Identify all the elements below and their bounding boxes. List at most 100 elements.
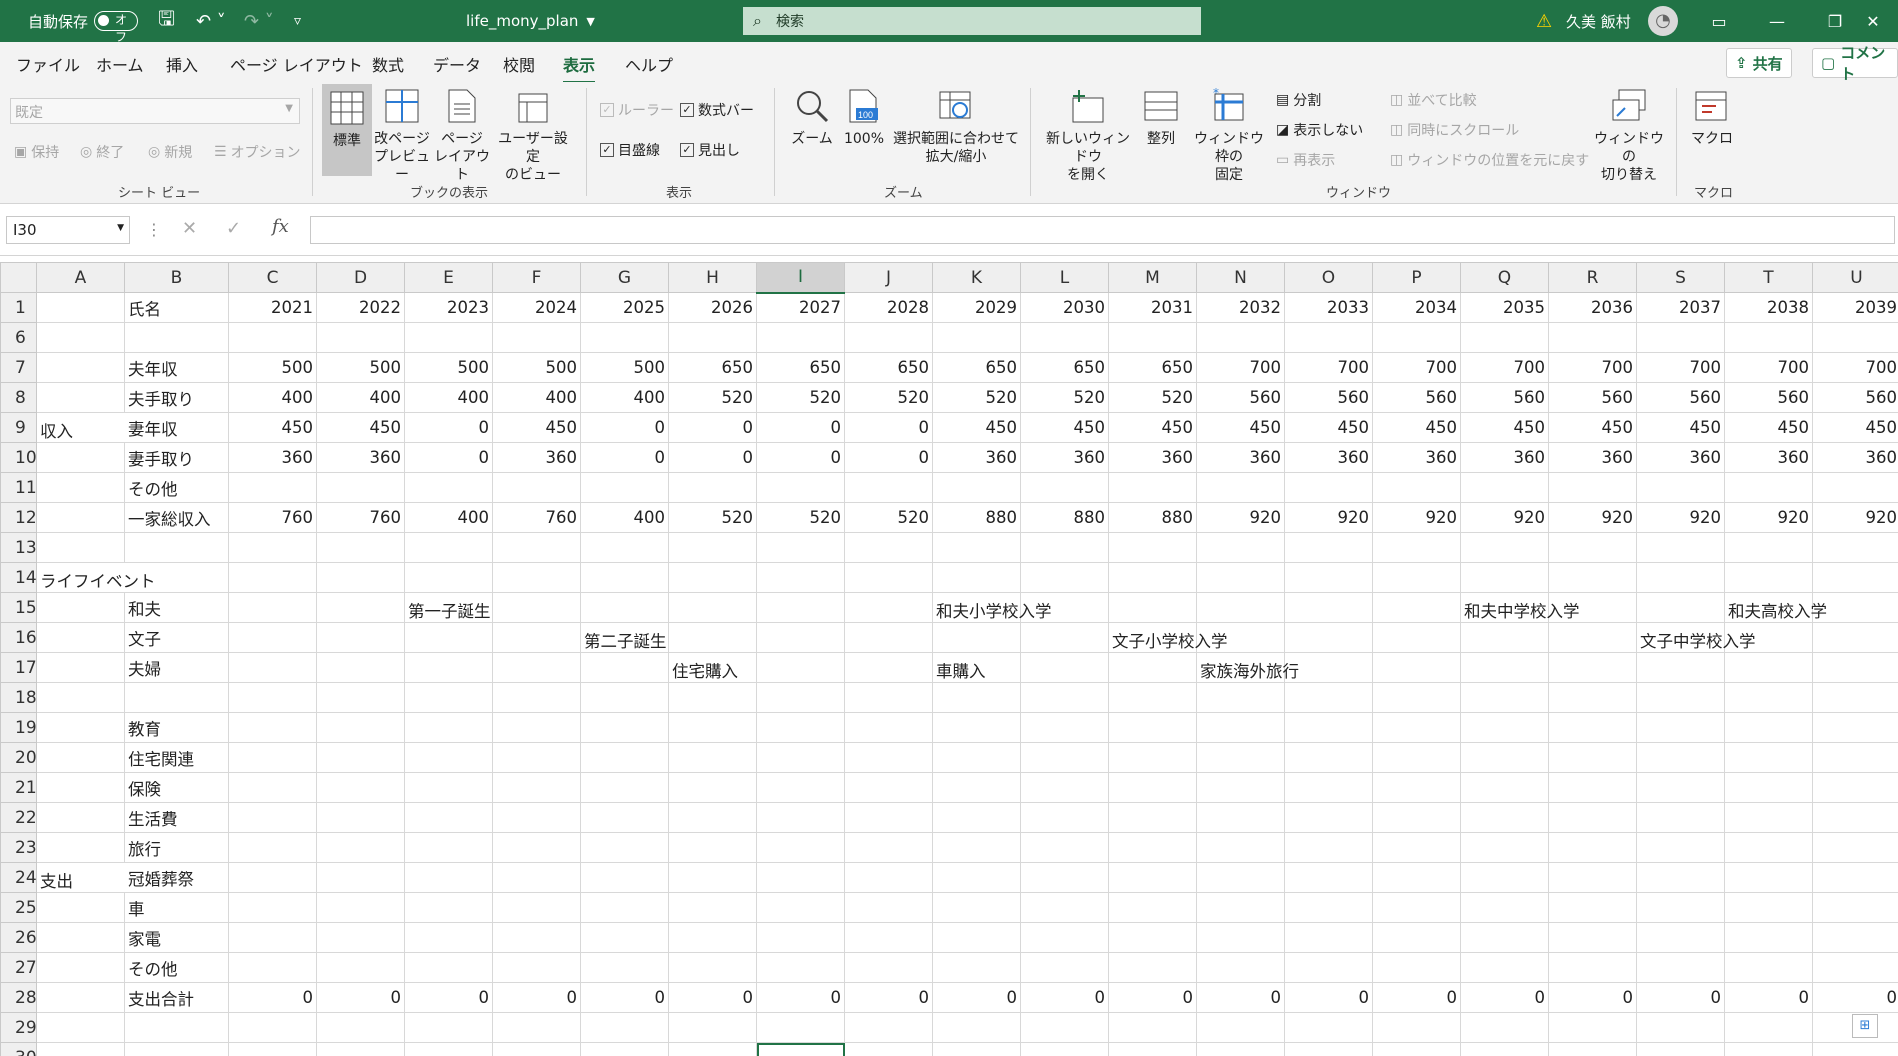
cell-b16[interactable]: 文子	[124, 622, 229, 653]
cell-b22[interactable]: 生活費	[124, 802, 229, 833]
cell-l15[interactable]	[1020, 592, 1109, 623]
cell-m29[interactable]	[1108, 1012, 1197, 1043]
cell-p17[interactable]	[1372, 652, 1461, 683]
cell-e8[interactable]: 400	[404, 382, 493, 413]
cell-n28[interactable]: 0	[1196, 982, 1285, 1013]
cell-c1[interactable]: 2021	[228, 292, 317, 323]
cell-d11[interactable]	[316, 472, 405, 503]
cell-s27[interactable]	[1636, 952, 1725, 983]
cell-q1[interactable]: 2035	[1460, 292, 1549, 323]
cell-h15[interactable]	[668, 592, 757, 623]
cell-i6[interactable]	[756, 322, 845, 353]
cell-f13[interactable]	[492, 532, 581, 563]
cell-e29[interactable]	[404, 1012, 493, 1043]
cell-m28[interactable]: 0	[1108, 982, 1197, 1013]
cell-g30[interactable]	[580, 1042, 669, 1056]
split-button[interactable]: ▤ 分割	[1276, 90, 1321, 110]
row-header[interactable]: 19	[0, 712, 37, 743]
cell-o30[interactable]	[1284, 1042, 1373, 1056]
cell-q10[interactable]: 360	[1460, 442, 1549, 473]
zoom-to-selection-button[interactable]: 選択範囲に合わせて 拡大/縮小	[892, 86, 1020, 166]
cell-d27[interactable]	[316, 952, 405, 983]
cell-q7[interactable]: 700	[1460, 352, 1549, 383]
cell-u14[interactable]	[1812, 562, 1898, 593]
cell-j25[interactable]	[844, 892, 933, 923]
cell-e7[interactable]: 500	[404, 352, 493, 383]
cell-j7[interactable]: 650	[844, 352, 933, 383]
cell-o16[interactable]	[1284, 622, 1373, 653]
cell-e22[interactable]	[404, 802, 493, 833]
cell-e18[interactable]	[404, 682, 493, 713]
cell-u18[interactable]	[1812, 682, 1898, 713]
cell-u16[interactable]	[1812, 622, 1898, 653]
cell-p11[interactable]	[1372, 472, 1461, 503]
cell-k28[interactable]: 0	[932, 982, 1021, 1013]
cell-r29[interactable]	[1548, 1012, 1637, 1043]
cell-s9[interactable]: 450	[1636, 412, 1725, 443]
cell-o25[interactable]	[1284, 892, 1373, 923]
cell-r9[interactable]: 450	[1548, 412, 1637, 443]
tab-insert[interactable]: 挿入	[166, 52, 198, 76]
cell-a17[interactable]	[36, 652, 125, 683]
cell-o19[interactable]	[1284, 712, 1373, 743]
cell-m21[interactable]	[1108, 772, 1197, 803]
cell-n7[interactable]: 700	[1196, 352, 1285, 383]
cell-k21[interactable]	[932, 772, 1021, 803]
cell-b13[interactable]	[124, 532, 229, 563]
cell-c11[interactable]	[228, 472, 317, 503]
cell-a8[interactable]	[36, 382, 125, 413]
cell-b23[interactable]: 旅行	[124, 832, 229, 863]
cell-h16[interactable]	[668, 622, 757, 653]
cell-b10[interactable]: 妻手取り	[124, 442, 229, 473]
cell-k12[interactable]: 880	[932, 502, 1021, 533]
column-header-c[interactable]: C	[228, 262, 317, 293]
cell-b21[interactable]: 保険	[124, 772, 229, 803]
freeze-panes-button[interactable]: * ウィンドウ枠の 固定	[1188, 86, 1270, 184]
column-header-d[interactable]: D	[316, 262, 405, 293]
cell-q13[interactable]	[1460, 532, 1549, 563]
cell-h14[interactable]	[668, 562, 757, 593]
cell-a28[interactable]	[36, 982, 125, 1013]
cell-q9[interactable]: 450	[1460, 412, 1549, 443]
cell-j15[interactable]	[844, 592, 933, 623]
cell-i20[interactable]	[756, 742, 845, 773]
cell-i8[interactable]: 520	[756, 382, 845, 413]
cell-q19[interactable]	[1460, 712, 1549, 743]
tab-data[interactable]: データ	[433, 52, 481, 76]
cell-n16[interactable]	[1196, 622, 1285, 653]
cell-n23[interactable]	[1196, 832, 1285, 863]
cell-l21[interactable]	[1020, 772, 1109, 803]
cell-t29[interactable]	[1724, 1012, 1813, 1043]
cell-r7[interactable]: 700	[1548, 352, 1637, 383]
cell-i30[interactable]	[756, 1042, 845, 1056]
cell-t24[interactable]	[1724, 862, 1813, 893]
close-icon[interactable]: ✕	[1848, 0, 1898, 42]
cell-p25[interactable]	[1372, 892, 1461, 923]
column-header-n[interactable]: N	[1196, 262, 1285, 293]
cell-l29[interactable]	[1020, 1012, 1109, 1043]
row-header[interactable]: 7	[0, 352, 37, 383]
cell-c18[interactable]	[228, 682, 317, 713]
cell-m26[interactable]	[1108, 922, 1197, 953]
cell-o18[interactable]	[1284, 682, 1373, 713]
cell-d14[interactable]	[316, 562, 405, 593]
cell-l23[interactable]	[1020, 832, 1109, 863]
cell-r10[interactable]: 360	[1548, 442, 1637, 473]
cell-r24[interactable]	[1548, 862, 1637, 893]
cell-f12[interactable]: 760	[492, 502, 581, 533]
cell-d9[interactable]: 450	[316, 412, 405, 443]
reset-position-button[interactable]: ◫ ウィンドウの位置を元に戻す	[1390, 150, 1589, 170]
cell-j1[interactable]: 2028	[844, 292, 933, 323]
cell-u25[interactable]	[1812, 892, 1898, 923]
cell-m13[interactable]	[1108, 532, 1197, 563]
cell-j17[interactable]	[844, 652, 933, 683]
cell-q20[interactable]	[1460, 742, 1549, 773]
cell-k18[interactable]	[932, 682, 1021, 713]
column-header-b[interactable]: B	[124, 262, 229, 293]
row-header[interactable]: 27	[0, 952, 37, 983]
cell-j24[interactable]	[844, 862, 933, 893]
cell-l22[interactable]	[1020, 802, 1109, 833]
cell-h23[interactable]	[668, 832, 757, 863]
cell-l30[interactable]	[1020, 1042, 1109, 1056]
cell-s28[interactable]: 0	[1636, 982, 1725, 1013]
